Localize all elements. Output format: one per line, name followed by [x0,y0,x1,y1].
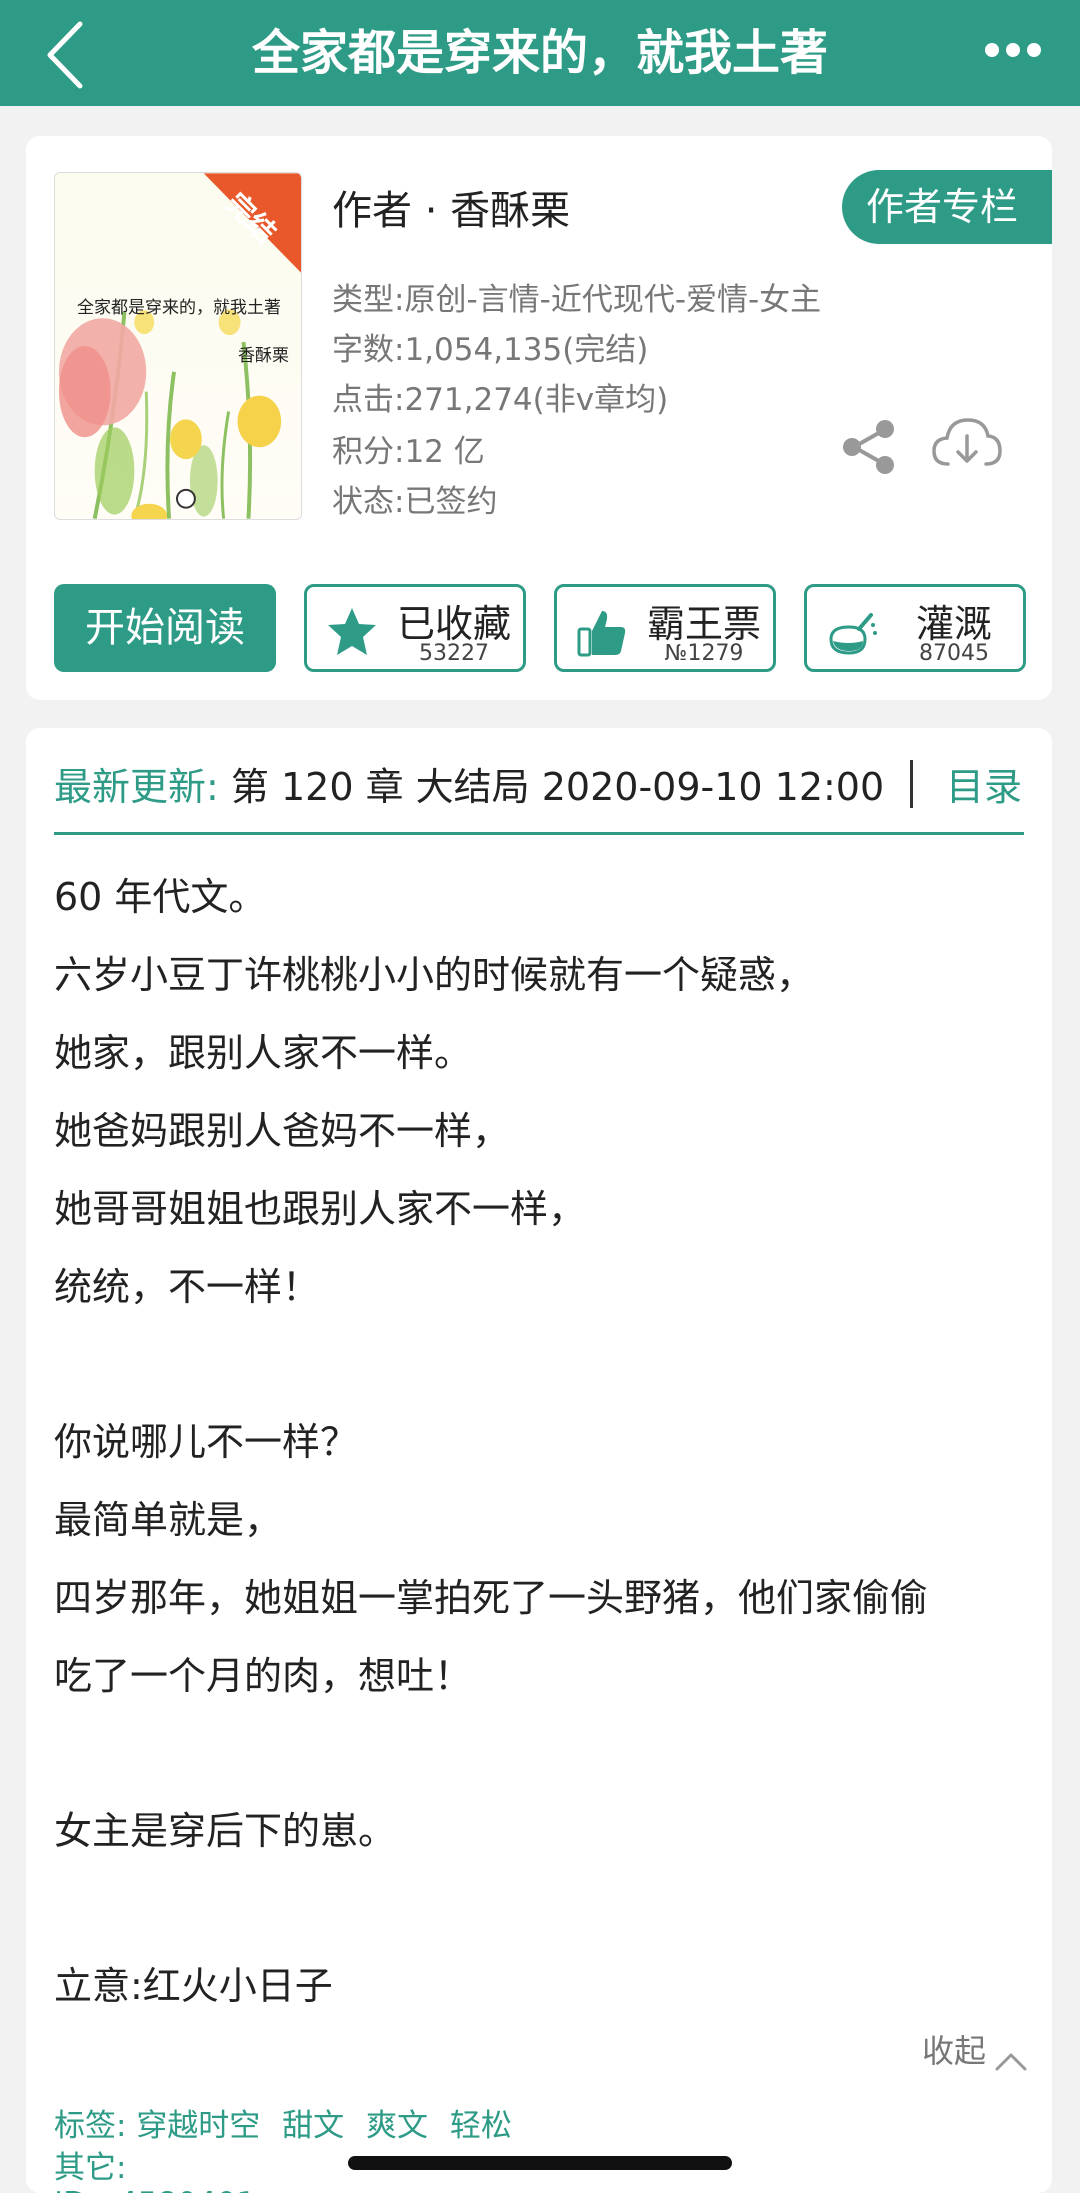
water-label: 灌溉 [915,602,992,646]
watering-flask-icon [829,613,877,655]
tag-item[interactable]: 甜文 [282,2108,344,2144]
more-horizontal-icon [985,43,1041,57]
intro-text: 60 年代文。 六岁小豆丁许桃桃小小的时候就有一个疑惑， 她家，跟别人家不一样。… [54,858,1024,2025]
water-count: 87045 [919,641,989,666]
favorite-button[interactable]: 已收藏 53227 [304,584,526,672]
intro-line: 四岁那年，她姐姐一掌拍死了一头野猪，他们家偷偷 [54,1576,929,1620]
tags-row: 标签: 穿越时空 甜文 爽文 轻松 [54,2100,524,2145]
favorite-label: 已收藏 [396,602,511,646]
tags-label: 标签: [54,2108,127,2144]
back-button[interactable] [28,10,118,100]
tag-item[interactable]: 穿越时空 [136,2108,260,2144]
book-id: ID：4580401 [54,2178,256,2193]
meta-word-count: 字数:1,054,135(完结) [332,332,649,368]
collapse-label: 收起 [921,2032,986,2070]
intro-line: 立意:红火小日子 [54,1964,333,2008]
intro-line: 吃了一个月的肉，想吐！ [54,1654,473,1698]
tag-item[interactable]: 爽文 [366,2108,428,2144]
meta-category: 类型:原创-言情-近代现代-爱情-女主 [332,282,822,318]
latest-update[interactable]: 最新更新: 第 120 章 大结局 2020-09-10 12:00:0 [54,752,884,822]
intro-line: 六岁小豆丁许桃桃小小的时候就有一个疑惑， [54,953,815,997]
intro-line: 最简单就是， [54,1498,283,1542]
intro-line: 你说哪儿不一样？ [54,1420,359,1464]
latest-update-value: 第 120 章 大结局 2020-09-10 12:00:0 [218,765,884,809]
divider [54,832,1024,835]
cover-author: 香酥栗 [238,346,289,366]
toc-link[interactable]: 目录 [946,752,1022,822]
author-line[interactable]: 作者 · 香酥栗 [332,178,570,236]
chevron-left-icon [47,21,83,89]
intro-line: 她爸妈跟别人爸妈不一样， [54,1109,511,1153]
book-info-card: 完结 全家都是穿来的，就我土著 香酥栗 作者 · 香酥栗 作者专栏 类型:原创-… [26,136,1052,700]
vote-button[interactable]: 霸王票 №1279 [554,584,776,672]
thumbs-up-icon [577,611,626,657]
favorite-count: 53227 [419,641,489,666]
cloud-download-icon[interactable] [930,414,1002,476]
divider [910,760,913,808]
intro-line: 她家，跟别人家不一样。 [54,1031,473,1075]
share-icon[interactable] [840,418,898,476]
intro-line [54,1870,1024,1947]
chevron-up-icon [994,2042,1028,2071]
water-button[interactable]: 灌溉 87045 [804,584,1026,672]
vote-count: №1279 [664,641,744,666]
meta-status: 状态:已签约 [332,484,498,520]
page-title: 全家都是穿来的，就我土著 [251,25,828,81]
home-indicator[interactable] [348,2156,732,2170]
tag-item[interactable]: 轻松 [450,2108,512,2144]
intro-line [54,1715,1024,1792]
vote-label: 霸王票 [646,602,761,646]
latest-update-label: 最新更新: [54,765,219,809]
intro-card: 最新更新: 第 120 章 大结局 2020-09-10 12:00:0 目录 … [26,728,1052,2193]
start-reading-button[interactable]: 开始阅读 [54,584,276,672]
book-cover[interactable]: 完结 全家都是穿来的，就我土著 香酥栗 [54,172,302,520]
more-button[interactable] [968,20,1058,80]
intro-line: 她哥哥姐姐也跟别人家不一样， [54,1187,587,1231]
intro-line [54,1326,1024,1403]
star-icon [328,608,376,655]
cover-title: 全家都是穿来的，就我土著 [77,298,281,318]
top-bar: 全家都是穿来的，就我土著 [0,0,1080,106]
author-column-button[interactable]: 作者专栏 [842,170,1052,244]
meta-points: 积分:12 亿 [332,434,485,470]
meta-clicks: 点击:271,274(非v章均) [332,382,669,418]
intro-line: 女主是穿后下的崽。 [54,1809,397,1853]
collapse-button[interactable]: 收起 [922,2026,1028,2072]
intro-line: 统统，不一样！ [54,1265,321,1309]
intro-line: 60 年代文。 [54,875,267,919]
